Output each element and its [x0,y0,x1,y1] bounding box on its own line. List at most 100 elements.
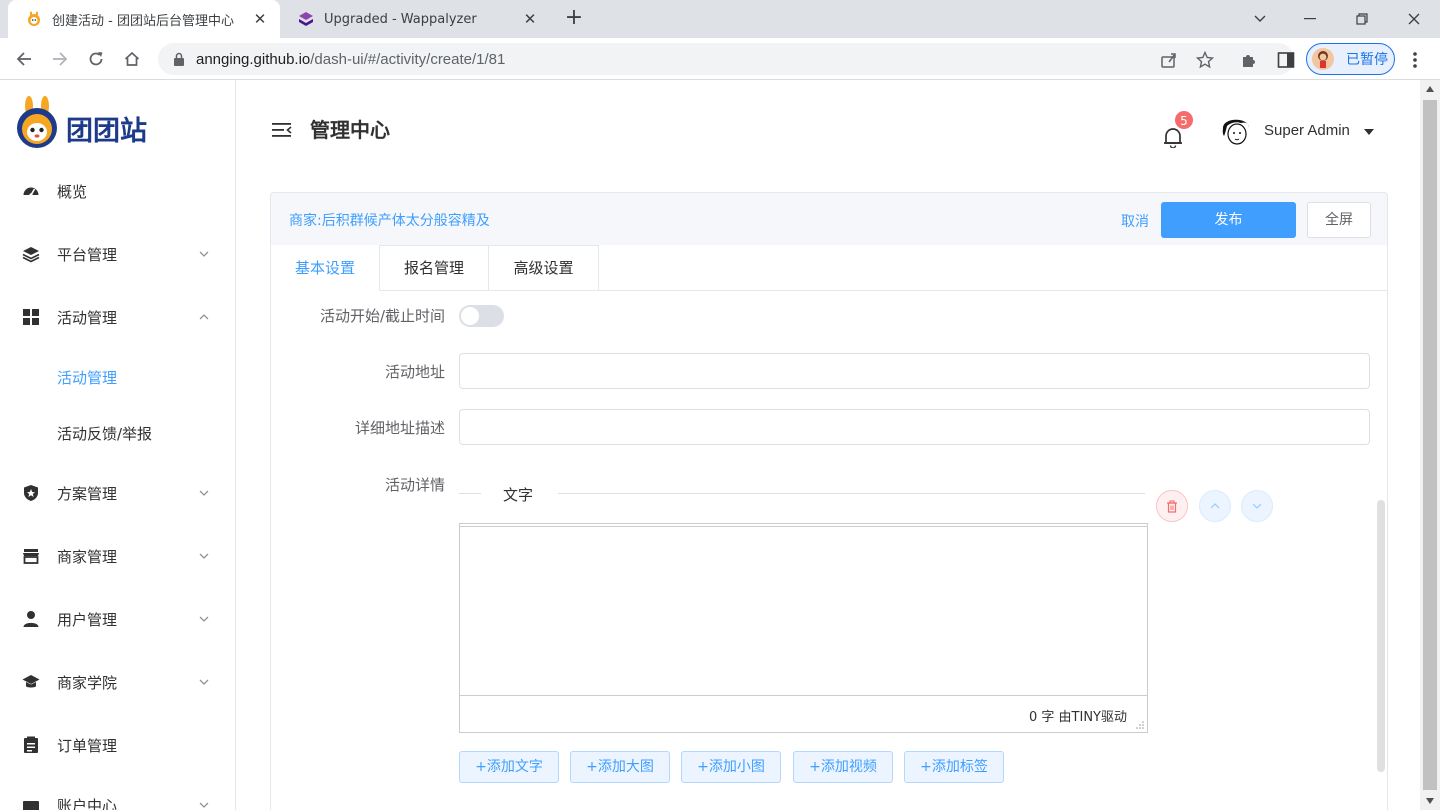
sidebar-item-overview[interactable]: 概览 [0,163,235,219]
url-text: annging.github.io/dash-ui/#/activity/cre… [196,51,505,68]
chevron-down-icon [1252,503,1262,509]
extensions-puzzle-icon[interactable] [1240,50,1260,70]
add-text-button[interactable]: +添加文字 [459,751,559,783]
back-button[interactable] [10,45,38,73]
editor-content-area[interactable] [460,526,1147,695]
sidebar-item-label: 订单管理 [57,736,118,755]
browser-toolbar: annging.github.io/dash-ui/#/activity/cre… [0,38,1440,80]
switch-knob [461,307,479,325]
sidebar-item-academy[interactable]: 商家学院 [0,654,235,710]
move-up-button[interactable] [1199,490,1231,522]
word-count: 0 字 由TINY驱动 [1029,710,1127,725]
tab-title: Upgraded - Wappalyzer [324,11,477,27]
profile-status-label: 已暂停 [1346,52,1388,68]
sidebar-item-plan[interactable]: 方案管理 [0,465,235,521]
chevron-down-icon [199,802,209,808]
sidebar-item-label: 商家学院 [57,673,118,692]
sidebar-item-label: 商家管理 [57,547,118,566]
reload-button[interactable] [82,45,110,73]
dashboard-icon [23,187,39,197]
divider-right [558,493,1145,494]
browser-menu-icon[interactable] [1406,50,1424,70]
url-host: annging.github.io [196,50,311,68]
scroll-up-arrow-icon[interactable] [1425,85,1435,93]
tab-advanced-settings[interactable]: 高级设置 [489,245,599,291]
minimize-icon[interactable] [1286,0,1334,38]
close-tab-icon[interactable]: ✕ [252,10,268,28]
scroll-down-arrow-icon[interactable] [1425,797,1435,805]
sidebar-item-label: 方案管理 [57,484,118,503]
site-favicon-icon [28,11,40,26]
menu-fold-icon[interactable] [272,122,292,138]
add-tag-button[interactable]: +添加标签 [904,751,1004,783]
address-input[interactable] [459,353,1370,389]
close-window-icon[interactable] [1390,0,1438,38]
bookmark-star-icon[interactable] [1196,51,1214,69]
user-avatar[interactable] [1219,114,1253,148]
details-label: 活动详情 [384,476,445,494]
chevron-down-icon [199,553,209,559]
card-scrollbar[interactable] [1377,500,1385,772]
tab-title: 创建活动 - 团团站后台管理中心 [52,13,234,29]
publish-button[interactable]: 发布 [1161,202,1296,238]
shield-icon [24,485,38,501]
sidebar-item-label: 平台管理 [57,245,118,264]
sidebar-item-user[interactable]: 用户管理 [0,591,235,647]
close-tab-icon[interactable]: ✕ [522,10,538,28]
cancel-button[interactable]: 取消 [1121,211,1149,231]
wappalyzer-favicon-icon [299,12,313,26]
layers-icon [22,247,40,263]
sidebar-item-label: 活动管理 [57,308,118,327]
add-large-image-button[interactable]: +添加大图 [570,751,670,783]
tab-signup-management[interactable]: 报名管理 [380,245,489,291]
time-range-switch[interactable] [459,305,504,327]
time-range-label: 活动开始/截止时间 [319,307,445,325]
tab-basic-settings[interactable]: 基本设置 [271,245,380,291]
sidebar-item-platform[interactable]: 平台管理 [0,226,235,282]
tab-search-icon[interactable] [1236,0,1284,38]
delete-section-button[interactable] [1156,490,1188,522]
add-video-button[interactable]: +添加视频 [793,751,893,783]
caret-down-icon[interactable] [1364,128,1374,136]
address-label: 活动地址 [384,363,445,381]
add-small-image-button[interactable]: +添加小图 [681,751,781,783]
sidebar-item-label: 概览 [57,182,88,201]
profile-chip[interactable]: 已暂停 [1306,43,1395,75]
move-down-button[interactable] [1241,490,1273,522]
sidebar-item-merchant[interactable]: 商家管理 [0,528,235,584]
user-name[interactable]: Super Admin [1264,122,1350,139]
chevron-up-icon [199,314,209,320]
page-scrollbar[interactable] [1420,80,1440,810]
editor-statusbar: 0 字 由TINY驱动 [460,695,1147,732]
new-tab-button[interactable]: + [560,5,588,33]
home-button[interactable] [118,45,146,73]
sidebar-item-activity[interactable]: 活动管理 [0,289,235,345]
browser-tab-inactive[interactable]: Upgraded - Wappalyzer ✕ [280,0,550,38]
sidebar-item-label: 活动管理 [57,368,118,387]
fullscreen-button[interactable]: 全屏 [1307,202,1371,238]
trash-icon [1167,499,1177,513]
chevron-down-icon [199,251,209,257]
sidebar-item-orders[interactable]: 订单管理 [0,717,235,773]
forward-button[interactable] [46,45,74,73]
account-icon [23,801,39,810]
sidebar-item-label: 账户中心 [57,796,118,810]
form-tabs: 基本设置 报名管理 高级设置 [271,245,1387,291]
store-icon [23,549,39,564]
browser-tab-active[interactable]: 创建活动 - 团团站后台管理中心 ✕ [8,0,280,38]
detail-address-input[interactable] [459,409,1370,445]
sidebar-subitem-activity-manage[interactable]: 活动管理 [0,349,235,405]
restore-icon[interactable] [1338,0,1386,38]
chevron-down-icon [199,490,209,496]
merchant-name: 商家:后积群候产体太分般容精及 [289,213,490,229]
sidebar-subitem-activity-feedback[interactable]: 活动反馈/举报 [0,405,235,461]
sidebar-item-account[interactable]: 账户中心 [0,777,235,810]
chevron-down-icon [199,679,209,685]
chevron-up-icon [1210,503,1220,509]
resize-handle-icon[interactable] [1135,720,1145,730]
user-icon [23,611,39,627]
scrollbar-thumb[interactable] [1423,100,1437,790]
side-panel-icon[interactable] [1276,50,1296,70]
share-icon[interactable] [1160,51,1178,69]
address-bar[interactable]: annging.github.io/dash-ui/#/activity/cre… [158,43,1294,75]
